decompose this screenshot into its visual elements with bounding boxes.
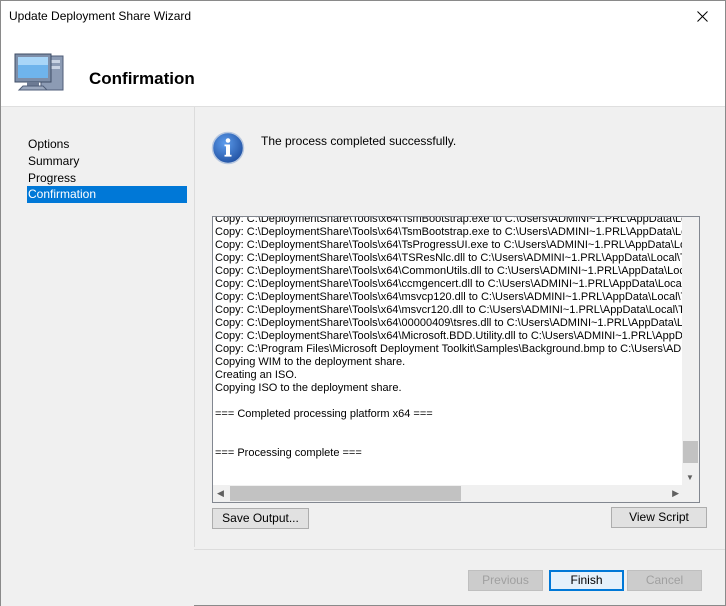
nav-item-progress[interactable]: Progress <box>27 170 187 187</box>
log-line: Copying ISO to the deployment share. <box>215 382 402 394</box>
log-line: === Completed processing platform x64 ==… <box>215 408 433 420</box>
log-line: Copy: C:\DeploymentShare\Tools\x64\msvcr… <box>215 304 685 316</box>
nav-item-summary[interactable]: Summary <box>27 153 187 170</box>
scroll-down-arrow-icon[interactable]: ▼ <box>686 473 694 482</box>
log-line: Copy: C:\DeploymentShare\Tools\x64\TsmBo… <box>215 226 688 238</box>
finish-button[interactable]: Finish <box>549 570 624 591</box>
view-script-button[interactable]: View Script <box>611 507 707 528</box>
page-title: Confirmation <box>89 69 195 88</box>
save-output-button[interactable]: Save Output... <box>212 508 309 529</box>
vertical-scroll-thumb[interactable] <box>683 441 698 463</box>
output-log[interactable]: Copy: C:\DeploymentShare\Tools\x64\TsmBo… <box>212 216 700 503</box>
log-line: Copy: C:\DeploymentShare\Tools\x64\msvcp… <box>215 291 688 303</box>
nav-item-options[interactable]: Options <box>27 136 187 153</box>
wizard-window: Update Deployment Share Wizard Confirmat… <box>0 0 726 606</box>
cancel-button[interactable]: Cancel <box>627 570 702 591</box>
log-line: Copy: C:\Program Files\Microsoft Deploym… <box>215 343 689 355</box>
log-line: === Processing complete === <box>215 447 362 459</box>
close-button[interactable] <box>679 1 725 32</box>
nav-item-confirmation[interactable]: Confirmation <box>27 186 187 203</box>
log-line: Copy: C:\DeploymentShare\Tools\x64\Commo… <box>215 265 689 277</box>
log-line: Creating an ISO. <box>215 369 297 381</box>
log-line: Copy: C:\DeploymentShare\Tools\x64\00000… <box>215 317 689 329</box>
wizard-header: Confirmation <box>1 32 725 107</box>
content-panel: The process completed successfully. Copy… <box>194 107 725 547</box>
footer-divider <box>194 549 725 550</box>
log-line: Copy: C:\DeploymentShare\Tools\x64\Micro… <box>215 330 689 342</box>
log-line: Copy: C:\DeploymentShare\Tools\x64\ccmge… <box>215 278 685 290</box>
horizontal-scroll-thumb[interactable] <box>230 486 461 501</box>
computer-icon <box>14 53 64 91</box>
vertical-scrollbar[interactable]: ▼ <box>682 217 699 486</box>
scroll-left-arrow-icon[interactable]: ◀ <box>217 488 224 499</box>
info-icon <box>211 131 245 165</box>
title-bar: Update Deployment Share Wizard <box>1 1 725 32</box>
log-line: Copying WIM to the deployment share. <box>215 356 406 368</box>
wizard-nav: Options Summary Progress Confirmation <box>1 107 194 606</box>
window-title: Update Deployment Share Wizard <box>9 9 192 23</box>
log-line: Copy: C:\DeploymentShare\Tools\x64\TSRes… <box>215 252 687 264</box>
status-message: The process completed successfully. <box>261 134 457 148</box>
previous-button[interactable]: Previous <box>468 570 543 591</box>
log-line: Copy: C:\DeploymentShare\Tools\x64\TsmBo… <box>215 216 688 225</box>
log-line: Copy: C:\DeploymentShare\Tools\x64\TsPro… <box>215 239 687 251</box>
scroll-right-arrow-icon[interactable]: ▶ <box>672 488 679 499</box>
close-icon <box>696 11 708 22</box>
log-lines: Copy: C:\DeploymentShare\Tools\x64\TsmBo… <box>215 216 689 481</box>
horizontal-scrollbar[interactable]: ◀ ▶ <box>213 485 699 502</box>
